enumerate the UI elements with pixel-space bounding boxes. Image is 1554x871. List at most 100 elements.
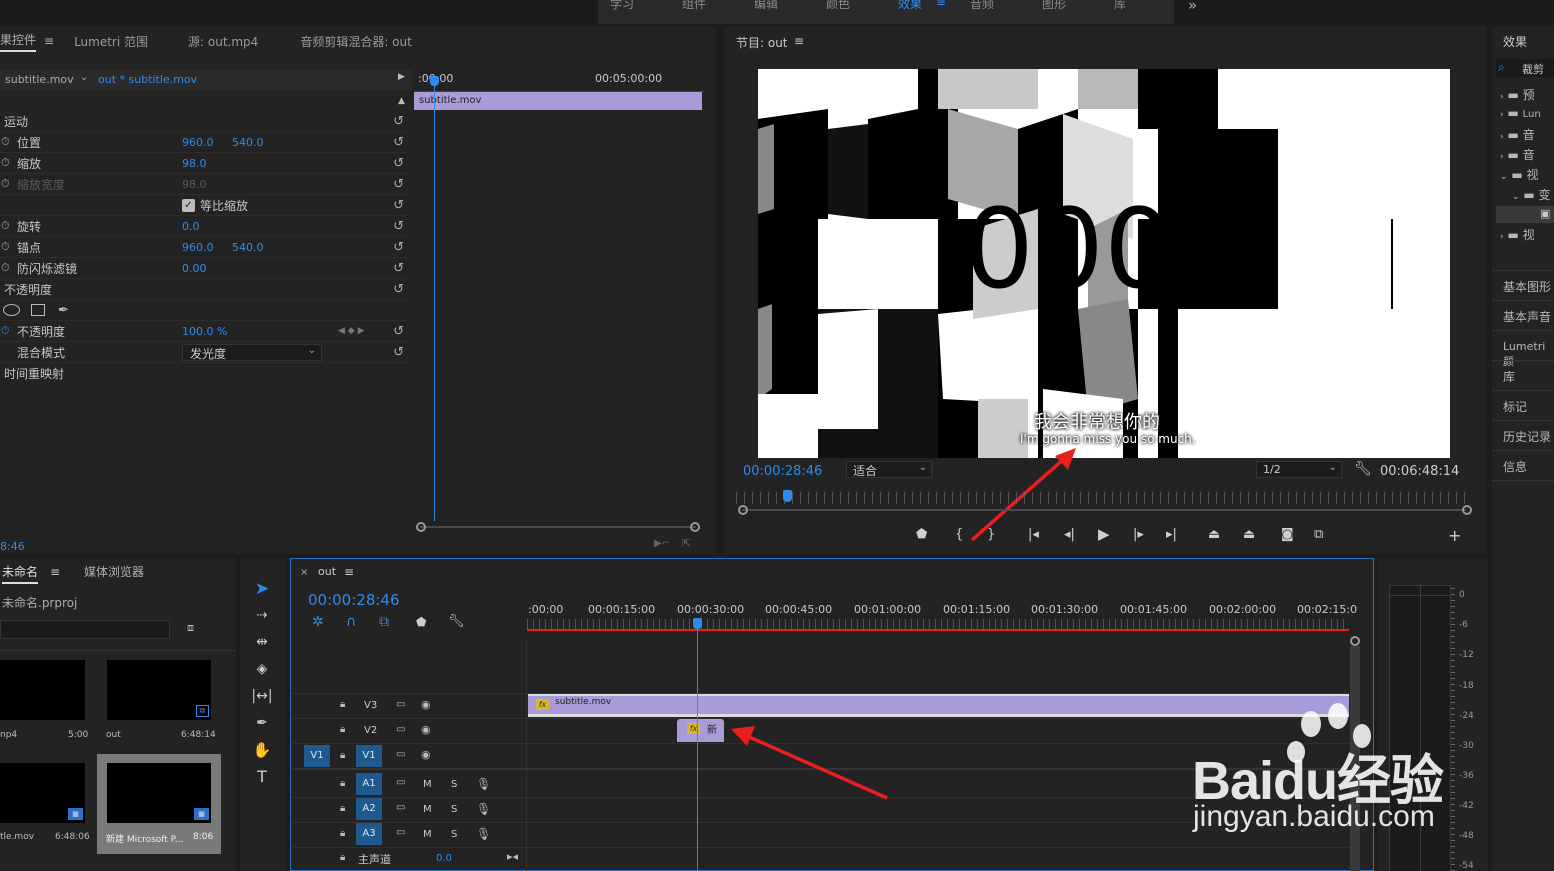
mute-button[interactable]: M (423, 829, 432, 840)
close-icon[interactable]: × (300, 567, 308, 578)
reset-icon[interactable]: ↺ (393, 114, 404, 129)
panel-essential-graphics[interactable]: 基本图形 (1503, 278, 1551, 295)
tree-item[interactable]: › ▬ 预 (1500, 86, 1535, 103)
scale-value[interactable]: 98.0 (182, 157, 207, 170)
anchor-y-value[interactable]: 540.0 (232, 241, 264, 254)
lock-icon[interactable]: 🔒︎ (340, 699, 345, 710)
tree-item-selected[interactable]: ▣ (1496, 206, 1554, 223)
reset-icon[interactable]: ↺ (393, 177, 404, 192)
chevron-down-icon[interactable]: ⌄ (80, 72, 88, 83)
track-target-a3[interactable]: A3 (356, 823, 382, 845)
sync-icon[interactable]: ▭ (396, 827, 405, 838)
eye-icon[interactable]: ◉ (421, 723, 431, 736)
position-x-value[interactable]: 960.0 (182, 136, 214, 149)
tree-item[interactable]: ⌄ ▬ 变 (1512, 186, 1551, 203)
scroll-handle-left[interactable] (416, 522, 426, 532)
mic-icon[interactable]: 🎙︎ (476, 827, 491, 841)
mark-in-icon[interactable]: { (955, 527, 963, 542)
share-icon[interactable]: ⇱ (682, 537, 691, 550)
workspace-tab-graphics[interactable]: 图形 (1042, 0, 1066, 12)
stopwatch-icon[interactable]: ⏱ (1, 135, 10, 149)
scroll-handle[interactable] (1350, 636, 1360, 646)
reset-icon[interactable]: ↺ (393, 324, 404, 339)
timeline-timecode[interactable]: 00:00:28:46 (308, 591, 400, 609)
sequence-clip-label[interactable]: out * subtitle.mov (98, 73, 197, 86)
sync-icon[interactable]: ▭ (396, 802, 405, 813)
tab-project[interactable]: 未命名 (2, 563, 39, 584)
settings-wrench-icon[interactable]: 🔧︎ (448, 614, 465, 629)
workspace-tab-learn[interactable]: 学习 (610, 0, 634, 12)
panel-info[interactable]: 信息 (1503, 458, 1527, 475)
lock-icon[interactable]: 🔒︎ (340, 852, 345, 863)
keyframe-nav-icon[interactable]: ◀ ◆ ▶ (338, 326, 365, 336)
lift-icon[interactable]: ⏏ (1208, 527, 1220, 542)
pen-mask-icon[interactable]: ✒ (58, 303, 69, 318)
play-icon[interactable]: ▶ (1098, 525, 1110, 543)
solo-button[interactable]: S (451, 779, 457, 790)
track-target-a1[interactable]: A1 (356, 773, 382, 795)
workspace-tab-color[interactable]: 颜色 (826, 0, 850, 12)
work-area-bar[interactable] (527, 629, 1349, 631)
panel-markers[interactable]: 标记 (1503, 398, 1527, 415)
ec-timecode[interactable]: 8:46 (0, 540, 25, 553)
track-label-v2[interactable]: V2 (364, 725, 377, 736)
go-to-end-icon[interactable]: ▸◂ (507, 850, 518, 863)
workspace-tab-effects[interactable]: 效果 (898, 0, 922, 12)
panel-libraries[interactable]: 库 (1503, 368, 1515, 385)
project-search-input[interactable] (0, 620, 170, 639)
bin-icon[interactable]: ⧈ (187, 621, 194, 635)
clip-bar[interactable]: subtitle.mov (414, 92, 702, 110)
menu-icon[interactable]: ≡ (44, 34, 54, 48)
add-marker-icon[interactable]: ⬟ (416, 615, 426, 629)
source-clip-label[interactable]: subtitle.mov (5, 73, 74, 86)
tab-lumetri-scopes[interactable]: Lumetri 范围 (74, 33, 148, 50)
blend-mode-select[interactable]: 发光度 ⌄ (182, 343, 322, 361)
ec-playhead-handle[interactable] (430, 76, 439, 86)
menu-icon[interactable]: ≡ (344, 565, 354, 579)
mute-button[interactable]: M (423, 779, 432, 790)
tab-audio-clip-mixer[interactable]: 音频剪辑混合器: out (300, 33, 412, 50)
track-label-v3[interactable]: V3 (364, 700, 377, 711)
effects-search-input[interactable]: 裁剪 (1522, 61, 1544, 77)
export-icon[interactable]: ▶⌐ (654, 538, 670, 549)
eye-icon[interactable]: ◉ (421, 698, 431, 711)
tree-item[interactable]: › ▬ 音 (1500, 126, 1535, 143)
nest-icon[interactable]: ✲ (312, 614, 324, 630)
reset-icon[interactable]: ↺ (393, 135, 404, 150)
pen-tool-icon[interactable]: ✒ (250, 711, 274, 735)
mic-icon[interactable]: 🎙︎ (476, 802, 491, 816)
menu-icon[interactable]: ≡ (794, 34, 804, 48)
timeline-ruler[interactable] (527, 619, 1349, 629)
flicker-value[interactable]: 0.00 (182, 262, 207, 275)
mic-icon[interactable]: 🎙︎ (476, 777, 491, 791)
stopwatch-icon[interactable]: ⏱ (1, 219, 10, 233)
add-button-icon[interactable]: + (1448, 526, 1461, 545)
program-playhead[interactable] (783, 490, 792, 502)
extract-icon[interactable]: ⏏ (1243, 527, 1255, 542)
compare-icon[interactable]: ⧉ (1314, 527, 1323, 542)
master-volume-value[interactable]: 0.0 (436, 853, 452, 864)
lock-icon[interactable]: 🔒︎ (340, 803, 345, 814)
menu-icon[interactable]: ≡ (50, 565, 60, 579)
menu-icon[interactable]: ≡ (936, 0, 946, 9)
sync-icon[interactable]: ▭ (396, 749, 405, 760)
scroll-up-icon[interactable]: ▲ (398, 96, 405, 106)
anchor-x-value[interactable]: 960.0 (182, 241, 214, 254)
panel-lumetri-color[interactable]: Lumetri 颜 (1503, 340, 1554, 369)
go-to-in-icon[interactable]: |◂ (1028, 527, 1039, 542)
lock-icon[interactable]: 🔒︎ (340, 778, 345, 789)
tab-sequence[interactable]: out (318, 565, 336, 578)
zoom-handle-left[interactable] (738, 505, 748, 515)
timeline-playhead-handle[interactable] (693, 618, 702, 629)
program-ruler[interactable] (736, 492, 1470, 504)
clip-subtitle-mov[interactable]: fx subtitle.mov (528, 694, 1349, 717)
tree-item[interactable]: ⌄ ▬ 视 (1500, 166, 1539, 183)
reset-icon[interactable]: ↺ (393, 219, 404, 234)
source-patch-v1[interactable]: V1 (304, 745, 330, 767)
mark-out-icon[interactable]: } (987, 527, 995, 542)
track-target-v1[interactable]: V1 (356, 745, 382, 767)
tree-item[interactable]: › ▬ Lun (1500, 106, 1541, 120)
timeline-playhead[interactable] (697, 619, 698, 871)
lock-icon[interactable]: 🔒︎ (340, 724, 345, 735)
clip-new[interactable]: fx 新 (677, 719, 724, 742)
